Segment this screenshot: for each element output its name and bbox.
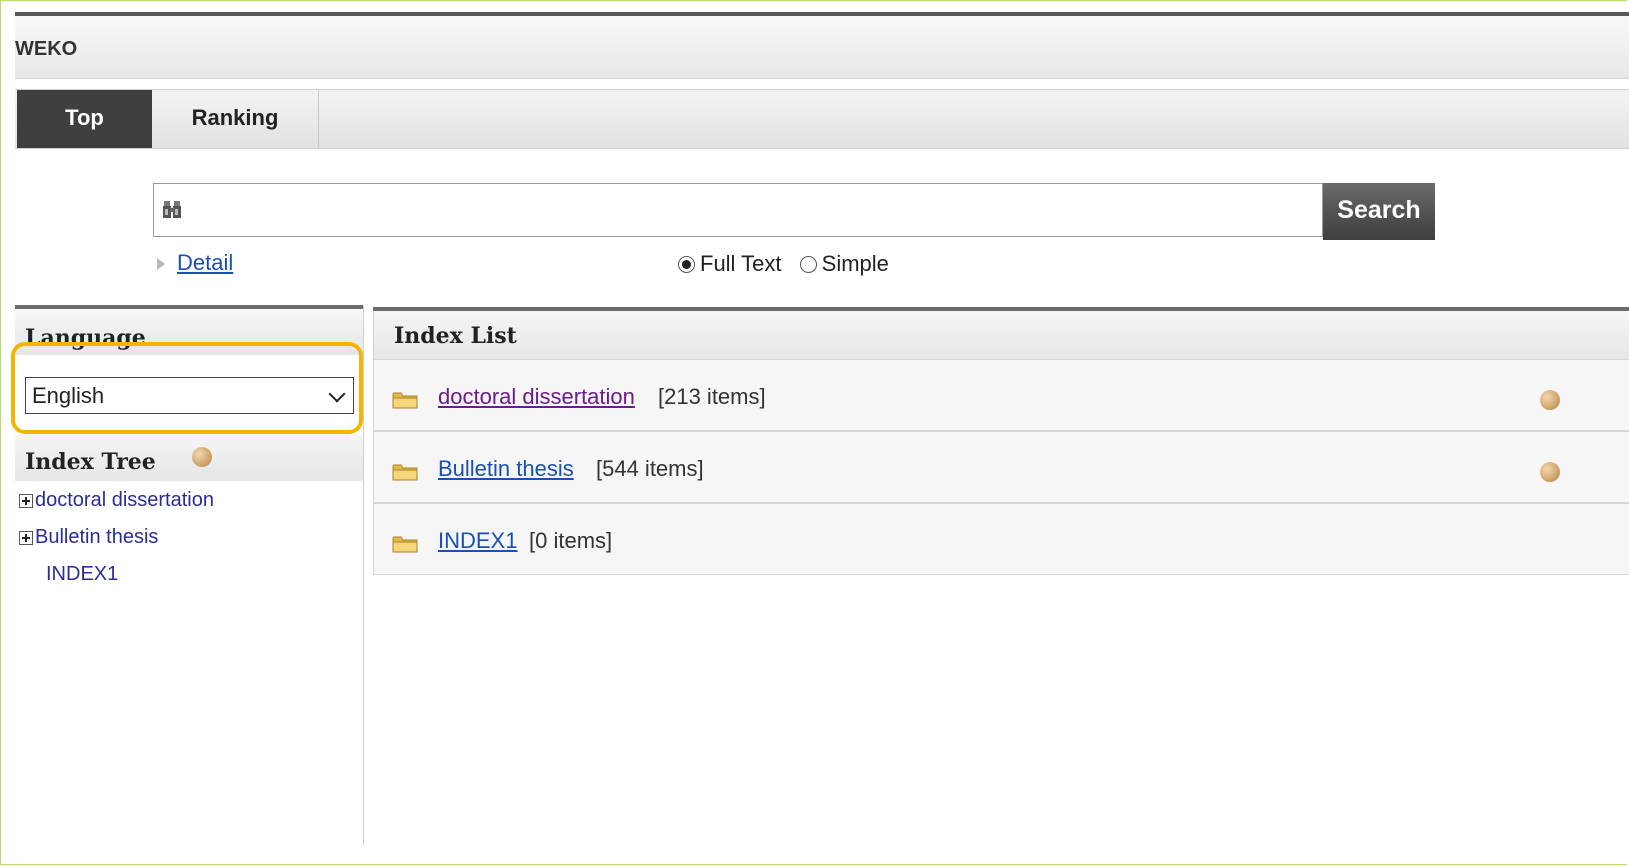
- search-button[interactable]: Search: [1323, 183, 1435, 240]
- index-tree-heading: Index Tree: [25, 449, 156, 475]
- tree-item-index1[interactable]: INDEX1: [46, 563, 118, 586]
- tree-item-doctoral-dissertation[interactable]: doctoral dissertation: [19, 489, 214, 512]
- full-text-label: Full Text: [700, 251, 782, 277]
- tree-item-bulletin-thesis[interactable]: Bulletin thesis: [19, 526, 158, 549]
- search-input[interactable]: [188, 184, 1312, 238]
- expand-triangle-icon: [157, 258, 165, 271]
- search-box: [153, 183, 1323, 238]
- index-row: doctoral dissertation [213 items]: [373, 359, 1629, 431]
- left-sidebar: Language English Index Tree doctoral dis…: [11, 305, 364, 845]
- full-text-radio[interactable]: [678, 255, 695, 273]
- tab-top[interactable]: Top: [17, 90, 152, 148]
- index-row: Bulletin thesis [544 items]: [373, 431, 1629, 503]
- simple-label: Simple: [821, 251, 889, 277]
- folder-icon: [392, 392, 418, 409]
- index-link[interactable]: doctoral dissertation: [438, 384, 635, 410]
- help-icon[interactable]: [192, 447, 212, 467]
- help-icon[interactable]: [1540, 390, 1560, 410]
- app-title: WEKO: [15, 38, 78, 60]
- highlight-box: [11, 342, 363, 434]
- index-row: INDEX1 [0 items]: [373, 503, 1629, 575]
- tree-item-label[interactable]: Bulletin thesis: [35, 526, 158, 548]
- binoculars-icon: [163, 201, 181, 218]
- folder-icon: [392, 464, 418, 481]
- folder-icon: [392, 536, 418, 553]
- app-header: WEKO: [15, 16, 1629, 79]
- detail-search-toggle[interactable]: Detail: [157, 250, 233, 276]
- item-count: [213 items]: [658, 384, 766, 409]
- index-list-heading: Index List: [394, 323, 517, 349]
- index-tree-heading-bar: Index Tree: [15, 435, 363, 481]
- tree-item-label[interactable]: INDEX1: [46, 563, 118, 585]
- expand-plus-icon[interactable]: [19, 493, 33, 508]
- index-list-heading-bar: Index List: [373, 311, 1629, 359]
- simple-radio[interactable]: [799, 255, 817, 273]
- index-list-panel: Index List doctoral dissertation [213 it…: [373, 307, 1629, 579]
- tab-bar: Top Ranking: [15, 89, 1629, 149]
- help-icon[interactable]: [1540, 462, 1560, 482]
- tab-ranking[interactable]: Ranking: [152, 90, 319, 148]
- index-link[interactable]: Bulletin thesis: [438, 456, 574, 482]
- search-mode-options: Full Text Simple: [678, 250, 901, 277]
- detail-link[interactable]: Detail: [177, 250, 233, 275]
- index-link[interactable]: INDEX1: [438, 528, 517, 554]
- expand-plus-icon[interactable]: [19, 530, 33, 545]
- tree-item-label[interactable]: doctoral dissertation: [35, 489, 214, 511]
- item-count: [0 items]: [529, 528, 613, 553]
- item-count: [544 items]: [596, 456, 704, 481]
